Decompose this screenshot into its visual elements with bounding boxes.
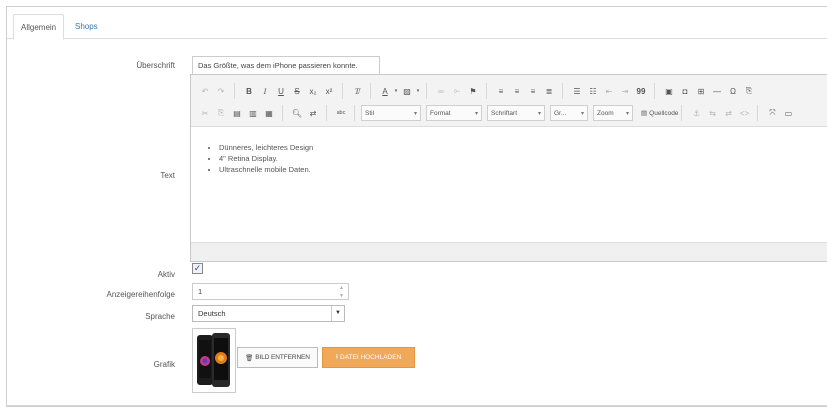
toolbar-row-2: ✂ ⎘ ▤ ▥ ▦ 🔍︎ ⇄ ᵃᵇᶜ Stil ▾ Format ▾ Schrift… — [197, 103, 796, 123]
indent-icon[interactable]: ⇥ — [617, 83, 633, 99]
spellcheck-icon[interactable]: ᵃᵇᶜ — [333, 105, 349, 121]
rich-text-editor[interactable]: ↶ ↷ B I U S x₂ x² T̸ A ▾ ▨ ▾ ∞ ⟜ ⚑ ≡ ≡ ≡… — [190, 74, 827, 262]
language-select[interactable]: Deutsch ▼ — [192, 305, 345, 322]
active-label: Aktiv — [157, 270, 175, 279]
editor-content[interactable]: Dünneres, leichteres Design 4" Retina Di… — [191, 128, 827, 244]
tab-allgemein[interactable]: Allgemein — [13, 14, 65, 40]
remove-format-icon[interactable]: T̸ — [349, 83, 365, 99]
source-icon: ▤ — [641, 110, 648, 117]
remove-image-button[interactable]: 🗑︎ BILD ENTFERNEN — [237, 347, 318, 368]
code-icon[interactable]: <> — [736, 105, 752, 121]
chevron-down-icon[interactable]: ▾ — [415, 83, 421, 99]
divider — [7, 405, 827, 406]
tab-shops[interactable]: Shops — [68, 14, 105, 40]
paste-icon[interactable]: ▤ — [229, 105, 245, 121]
align-center-icon[interactable]: ≡ — [509, 83, 525, 99]
upload-icon: ⭳ — [335, 353, 338, 360]
trash-icon: 🗑︎ — [245, 354, 254, 362]
text-label: Text — [160, 171, 175, 180]
image-icon[interactable]: ▣ — [661, 83, 677, 99]
redo-icon[interactable]: ↷ — [213, 83, 229, 99]
text-color-icon[interactable]: A — [377, 83, 393, 99]
active-checkbox[interactable]: ✓ — [192, 263, 203, 274]
font-select[interactable]: Schriftart ▾ — [487, 105, 545, 121]
strikethrough-button[interactable]: S — [289, 83, 305, 99]
source-button[interactable]: ▤ Quellcode — [638, 105, 683, 121]
order-label: Anzeigereihenfolge — [106, 290, 176, 299]
align-right-icon[interactable]: ≡ — [525, 83, 541, 99]
copy-icon[interactable]: ⎘ — [213, 105, 229, 121]
anchor-icon[interactable]: ⚓︎ — [688, 105, 704, 121]
language-label: Sprache — [145, 312, 175, 321]
preview-icon[interactable]: ⇄ — [720, 105, 736, 121]
align-justify-icon[interactable]: ≣ — [541, 83, 557, 99]
order-stepper[interactable]: 1 ▲ ▼ — [192, 283, 349, 300]
maximize-icon[interactable]: ⤧ — [764, 105, 780, 121]
chevron-down-icon[interactable]: ▼ — [339, 293, 347, 300]
anchor-flag-icon[interactable]: ⚑ — [465, 83, 481, 99]
toolbar-row-1: ↶ ↷ B I U S x₂ x² T̸ A ▾ ▨ ▾ ∞ ⟜ ⚑ ≡ ≡ ≡… — [197, 81, 757, 101]
zoom-select[interactable]: Zoom ▾ — [593, 105, 633, 121]
list-item: 4" Retina Display. — [219, 153, 827, 164]
order-value: 1 — [198, 287, 203, 296]
headline-input[interactable]: Das Größte, was dem iPhone passieren kon… — [192, 56, 380, 75]
undo-icon[interactable]: ↶ — [197, 83, 213, 99]
underline-button[interactable]: U — [273, 83, 289, 99]
style-select[interactable]: Stil ▾ — [361, 105, 421, 121]
product-image-thumbnail — [192, 328, 236, 393]
list-item: Dünneres, leichteres Design — [219, 142, 827, 153]
table-icon[interactable]: ⊞ — [693, 83, 709, 99]
show-blocks-icon[interactable]: ⇆ — [704, 105, 720, 121]
outdent-icon[interactable]: ⇤ — [601, 83, 617, 99]
spinner-arrows[interactable]: ▲ ▼ — [339, 285, 347, 300]
format-select[interactable]: Format ▾ — [426, 105, 482, 121]
bold-button[interactable]: B — [241, 83, 257, 99]
cut-icon[interactable]: ✂ — [197, 105, 213, 121]
tab-bar: Allgemein Shops — [7, 7, 827, 40]
align-left-icon[interactable]: ≡ — [493, 83, 509, 99]
editor-statusbar — [191, 242, 827, 261]
show-blocks-icon[interactable]: ▭ — [780, 105, 796, 121]
language-value: Deutsch — [198, 309, 226, 318]
chevron-down-icon[interactable]: ▼ — [331, 306, 344, 321]
headline-label: Überschrift — [136, 61, 175, 70]
paste-text-icon[interactable]: ▥ — [245, 105, 261, 121]
media-icon[interactable]: ◘ — [677, 83, 693, 99]
subscript-button[interactable]: x₂ — [305, 83, 321, 99]
iphone-image — [197, 333, 230, 387]
paste-icon[interactable]: ⎘ — [741, 83, 757, 99]
image-label: Grafik — [153, 360, 175, 369]
numbered-list-icon[interactable]: ☰ — [569, 83, 585, 99]
unlink-icon[interactable]: ⟜ — [449, 83, 465, 99]
paste-word-icon[interactable]: ▦ — [261, 105, 277, 121]
font-size-select[interactable]: Gr... ▾ — [550, 105, 588, 121]
replace-icon[interactable]: ⇄ — [305, 105, 321, 121]
special-char-icon[interactable]: Ω — [725, 83, 741, 99]
background-color-icon[interactable]: ▨ — [399, 83, 415, 99]
chevron-up-icon[interactable]: ▲ — [339, 285, 347, 292]
bullet-list-icon[interactable]: ☷ — [585, 83, 601, 99]
link-icon[interactable]: ∞ — [433, 83, 449, 99]
blockquote-icon[interactable]: 99 — [633, 83, 649, 99]
edit-panel: Allgemein Shops Überschrift Das Größte, … — [6, 6, 827, 407]
superscript-button[interactable]: x² — [321, 83, 337, 99]
list-item: Ultraschnelle mobile Daten. — [219, 164, 827, 175]
horizontal-line-icon[interactable]: — — [709, 83, 725, 99]
italic-button[interactable]: I — [257, 83, 273, 99]
find-icon[interactable]: 🔍︎ — [289, 105, 305, 121]
upload-file-button[interactable]: ⭳ DATEI HOCHLADEN — [322, 347, 415, 368]
editor-toolbar: ↶ ↷ B I U S x₂ x² T̸ A ▾ ▨ ▾ ∞ ⟜ ⚑ ≡ ≡ ≡… — [191, 75, 827, 127]
